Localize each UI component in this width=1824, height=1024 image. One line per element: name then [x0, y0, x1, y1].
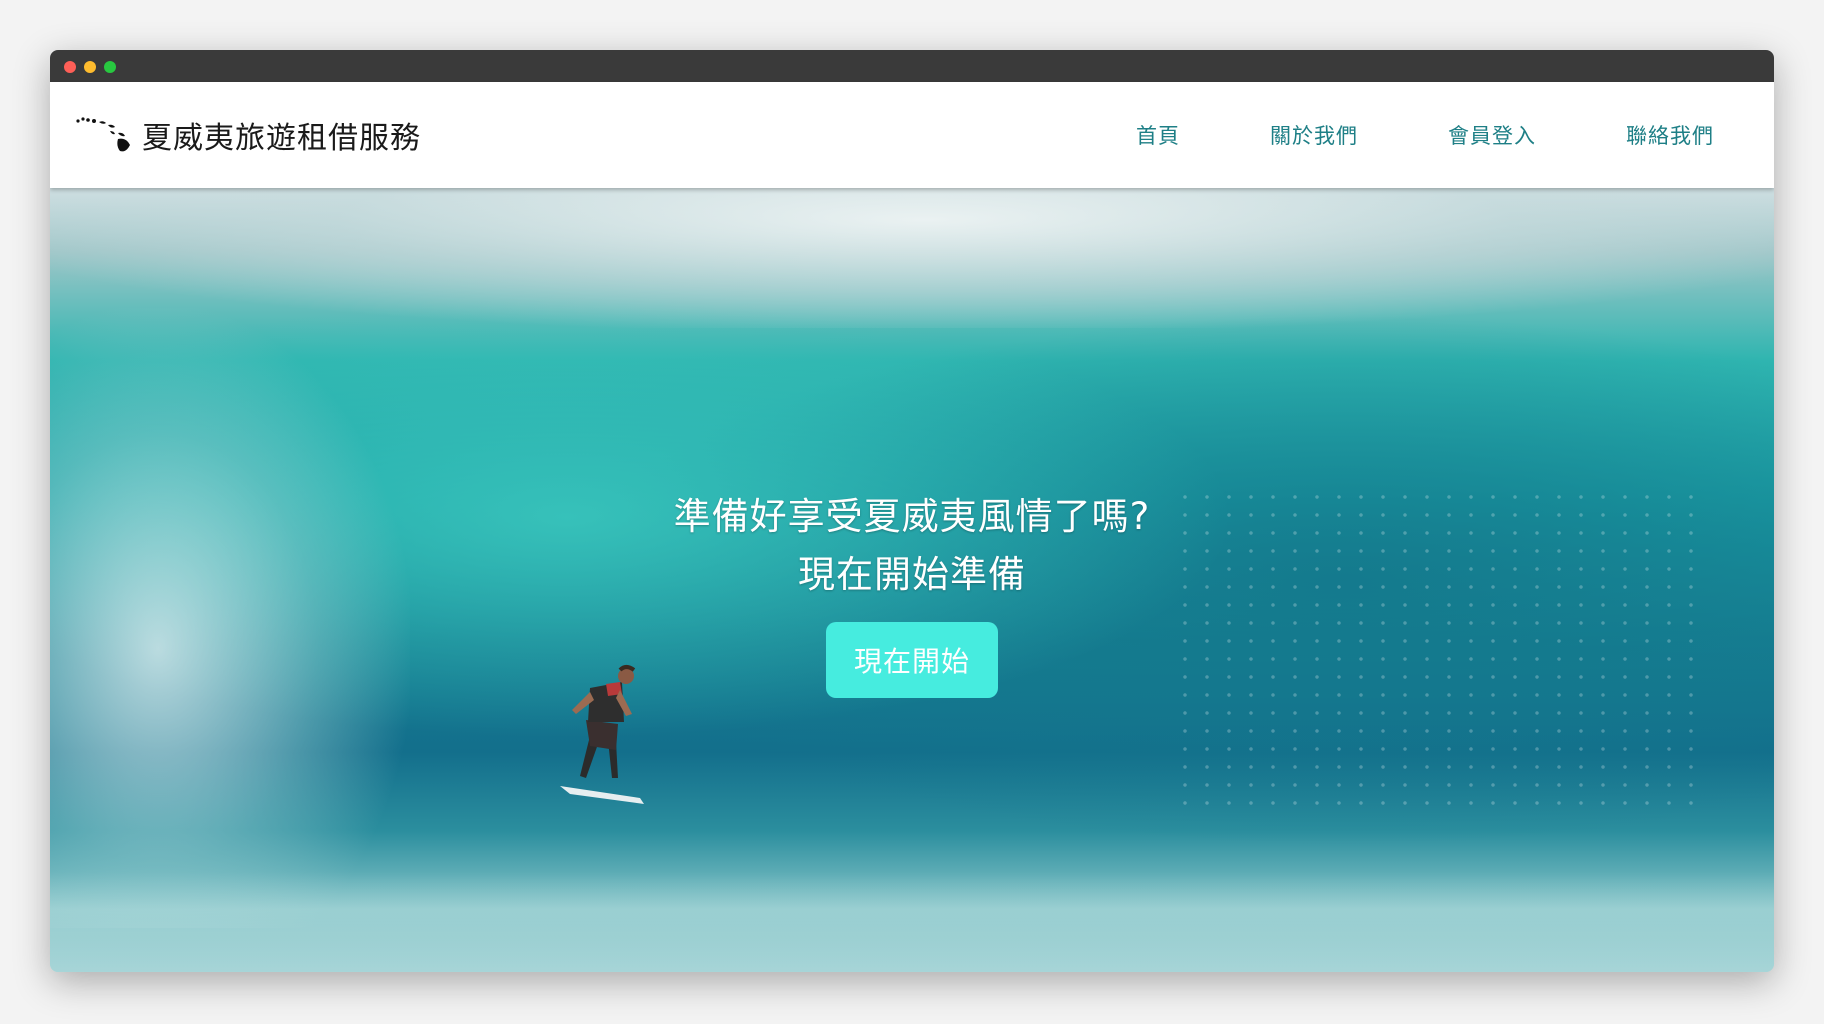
hawaii-islands-icon	[74, 111, 142, 159]
close-window-button[interactable]	[64, 61, 76, 73]
nav-home[interactable]: 首頁	[1136, 120, 1180, 150]
window-titlebar	[50, 50, 1774, 82]
nav-about[interactable]: 關於我們	[1270, 120, 1358, 150]
hero-content: 準備好享受夏威夷風情了嗎? 現在開始準備 現在開始	[50, 488, 1774, 698]
wave-foam-bottom	[50, 872, 1774, 972]
nav-login[interactable]: 會員登入	[1448, 120, 1536, 150]
hero-headline: 準備好享受夏威夷風情了嗎? 現在開始準備	[50, 488, 1774, 604]
brand[interactable]: 夏威夷旅遊租借服務	[74, 82, 421, 188]
maximize-window-button[interactable]	[104, 61, 116, 73]
brand-name: 夏威夷旅遊租借服務	[142, 121, 421, 156]
top-navbar: 夏威夷旅遊租借服務 首頁 關於我們 會員登入 聯絡我們	[50, 82, 1774, 188]
main-nav: 首頁 關於我們 會員登入 聯絡我們	[1106, 82, 1774, 188]
wave-foam-top	[50, 188, 1774, 328]
hero-section: 準備好享受夏威夷風情了嗎? 現在開始準備 現在開始	[50, 188, 1774, 972]
start-now-button[interactable]: 現在開始	[825, 622, 998, 698]
nav-contact[interactable]: 聯絡我們	[1626, 120, 1714, 150]
minimize-window-button[interactable]	[84, 61, 96, 73]
hero-headline-line2: 現在開始準備	[798, 553, 1026, 596]
hero-headline-line1: 準備好享受夏威夷風情了嗎?	[673, 495, 1151, 538]
browser-window: 夏威夷旅遊租借服務 首頁 關於我們 會員登入 聯絡我們 準備好享受夏威夷風情了嗎…	[50, 50, 1774, 972]
